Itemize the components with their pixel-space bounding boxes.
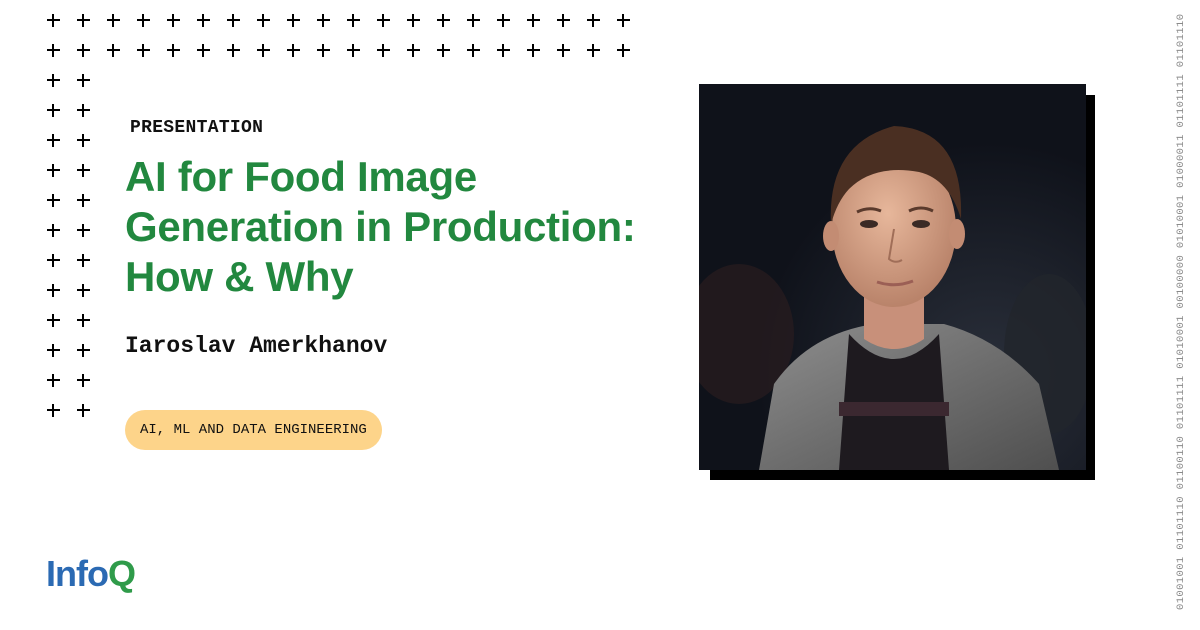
plus-icon [76,223,90,237]
plus-icon [586,13,600,27]
plus-icon [166,13,180,27]
plus-icon [196,13,210,27]
plus-icon [166,43,180,57]
topic-badge[interactable]: AI, ML AND DATA ENGINEERING [125,410,382,450]
plus-icon [256,43,270,57]
plus-icon [46,223,60,237]
plus-icon [46,13,60,27]
plus-icon [46,103,60,117]
infoq-logo[interactable]: InfoQ [46,553,136,595]
plus-icon [46,403,60,417]
plus-icon [46,283,60,297]
plus-icon [46,133,60,147]
plus-icon [286,43,300,57]
plus-icon [556,13,570,27]
plus-icon [46,73,60,87]
topic-label: AI, ML AND DATA ENGINEERING [140,422,367,438]
plus-icon [76,43,90,57]
plus-icon [136,43,150,57]
plus-icon [196,43,210,57]
plus-icon [556,43,570,57]
plus-icon [316,43,330,57]
plus-icon [76,193,90,207]
plus-icon [466,43,480,57]
plus-icon [256,13,270,27]
plus-icon [466,13,480,27]
title-line-2: Generation in Production: [125,203,636,250]
plus-icon [376,13,390,27]
plus-icon [46,163,60,177]
plus-icon [46,253,60,267]
plus-icon [76,163,90,177]
plus-icon [496,43,510,57]
speaker-name: Iaroslav Amerkhanov [125,333,388,359]
plus-icon [46,313,60,327]
plus-icon [436,13,450,27]
plus-icon [46,43,60,57]
plus-icon [226,13,240,27]
title-line-1: AI for Food Image [125,153,477,200]
plus-icon [406,43,420,57]
logo-info: Info [46,553,109,594]
plus-icon [46,193,60,207]
plus-icon [76,73,90,87]
title-line-3: How & Why [125,253,354,300]
binary-decoration: 01001001 01101110 01100110 01101111 0101… [1175,13,1187,610]
plus-icon [496,13,510,27]
plus-icon [616,43,630,57]
plus-icon [526,43,540,57]
plus-icon [346,13,360,27]
plus-icon [76,133,90,147]
plus-icon [76,103,90,117]
content-type-label: PRESENTATION [130,118,264,138]
speaker-photo [699,84,1086,470]
plus-icon [76,253,90,267]
plus-icon [526,13,540,27]
plus-icon [76,403,90,417]
plus-icon [76,313,90,327]
plus-icon [376,43,390,57]
plus-icon [76,373,90,387]
plus-icon [106,13,120,27]
plus-icon [76,343,90,357]
logo-q: Q [107,553,136,594]
plus-icon [76,13,90,27]
plus-icon [616,13,630,27]
plus-icon [436,43,450,57]
plus-icon [106,43,120,57]
plus-icon [136,13,150,27]
plus-icon [76,283,90,297]
plus-icon [226,43,240,57]
plus-icon [586,43,600,57]
speaker-portrait [699,84,1086,470]
plus-icon [346,43,360,57]
plus-icon [316,13,330,27]
plus-icon [286,13,300,27]
plus-icon [406,13,420,27]
plus-icon [46,343,60,357]
presentation-title: AI for Food Image Generation in Producti… [125,152,685,302]
plus-icon [46,373,60,387]
